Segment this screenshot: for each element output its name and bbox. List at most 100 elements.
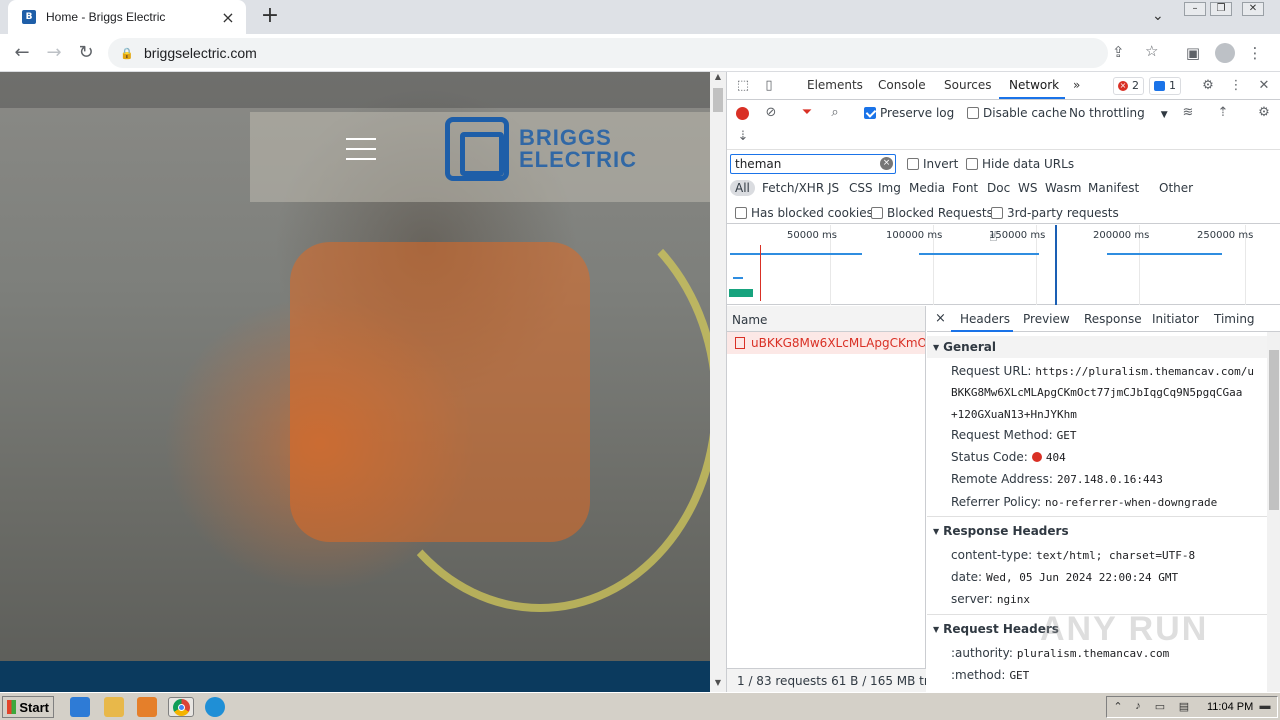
type-filter-all[interactable]: All [730,180,755,196]
type-filter-other[interactable]: Other [1159,181,1193,195]
new-tab-button[interactable]: + [260,5,280,29]
type-filter-media[interactable]: Media [909,181,945,195]
type-filter-ws[interactable]: WS [1018,181,1037,195]
tab-search-chevron-icon[interactable]: ⌄ [1152,8,1164,24]
tab-headers[interactable]: Headers [960,312,1010,326]
close-detail-icon[interactable]: × [935,311,946,326]
third-party-requests-checkbox[interactable]: 3rd-party requests [991,206,1119,220]
type-filter-img[interactable]: Img [878,181,901,195]
type-filter-manifest[interactable]: Manifest [1088,181,1139,195]
message-icon [1154,81,1165,91]
network-toolbar-row2: ⇣ [727,126,1280,150]
tab-response[interactable]: Response [1084,312,1142,326]
network-settings-gear-icon[interactable]: ⚙ [1255,104,1273,122]
network-overview-timeline[interactable]: 50000 ms 100000 ms 150000 ms 200000 ms 2… [727,225,1280,305]
devtools-menu-icon[interactable]: ⋮ [1227,77,1245,95]
hamburger-menu-icon[interactable] [346,138,376,160]
type-filter-font[interactable]: Font [952,181,978,195]
tab-elements[interactable]: Elements [807,78,863,92]
blocked-requests-checkbox[interactable]: Blocked Requests [871,206,993,220]
inspect-element-icon[interactable]: ⬚ [734,77,752,95]
request-row[interactable]: uBKKG8Mw6XLcMLApgCKmO... [727,332,925,354]
device-toolbar-icon[interactable]: ▯ [760,77,778,95]
has-blocked-cookies-checkbox[interactable]: Has blocked cookies [735,206,873,220]
reload-button[interactable]: ↻ [75,42,97,64]
profile-avatar[interactable] [1215,43,1235,63]
detail-scrollbar-thumb[interactable] [1269,350,1279,510]
back-button[interactable]: ← [11,42,33,64]
lock-icon[interactable]: 🔒 [120,47,134,60]
edge-icon[interactable] [205,697,225,717]
disable-cache-checkbox[interactable]: Disable cache [967,106,1067,120]
network-conditions-icon[interactable]: ≋ [1179,104,1197,122]
overview-activity-bar [729,289,753,297]
bookmark-star-icon[interactable]: ☆ [1145,42,1158,60]
tray-arrow-icon[interactable]: ⌃ [1112,700,1124,714]
record-button[interactable] [736,107,749,120]
active-tab-indicator [999,97,1065,99]
share-icon[interactable]: ⇪ [1112,43,1125,61]
scroll-up-icon[interactable]: ▲ [710,72,726,86]
invert-checkbox[interactable]: Invert [907,157,958,171]
close-devtools-icon[interactable]: ✕ [1255,77,1273,95]
type-filter-js[interactable]: JS [828,181,839,195]
network-icon[interactable]: ▭ [1154,700,1166,714]
clear-icon[interactable]: ⊘ [762,104,780,122]
message-count-badge[interactable]: 1 [1149,77,1181,95]
browser-toolbar: ← → ↻ 🔒 briggselectric.com ⇪ ☆ ▣ ⋮ [0,34,1280,72]
filter-input[interactable]: theman [730,154,896,174]
filter-icon[interactable]: ⏷ [798,104,816,122]
volume-icon[interactable]: ♪ [1132,700,1144,714]
type-filter-doc[interactable]: Doc [987,181,1010,195]
type-filter-css[interactable]: CSS [849,181,873,195]
tab-sources[interactable]: Sources [944,78,991,92]
header-overlay [0,72,710,108]
general-section-header[interactable]: ▼ General [927,336,1267,358]
throttling-select[interactable]: No throttling ▼ [1069,106,1168,120]
chrome-menu-icon[interactable]: ⋮ [1245,43,1265,63]
media-player-icon[interactable] [137,697,157,717]
notification-icon[interactable]: ▤ [1178,700,1190,714]
response-headers-section-header[interactable]: ▼ Response Headers [927,520,1267,542]
export-har-icon[interactable]: ⇣ [734,128,752,146]
clear-filter-icon[interactable]: × [880,157,893,170]
settings-gear-icon[interactable]: ⚙ [1199,77,1217,95]
minimize-button[interactable]: – [1184,2,1206,16]
network-toolbar: ⊘ ⏷ ⌕ Preserve log Disable cache No thro… [727,100,1280,126]
system-tray: ⌃ ♪ ▭ ▤ 11:04 PM ▬ [1106,696,1278,718]
taskbar-clock[interactable]: 11:04 PM [1207,701,1253,713]
internet-explorer-icon[interactable] [70,697,90,717]
file-explorer-icon[interactable] [104,697,124,717]
hide-data-urls-checkbox[interactable]: Hide data URLs [966,157,1074,171]
tab-console[interactable]: Console [878,78,926,92]
detail-scrollbar[interactable] [1267,332,1280,692]
address-bar[interactable]: 🔒 briggselectric.com [108,38,1108,68]
type-filter-fetch-xhr[interactable]: Fetch/XHR [762,181,824,195]
tab-timing[interactable]: Timing [1214,312,1255,326]
show-desktop-icon[interactable]: ▬ [1259,700,1271,714]
forward-button[interactable]: → [43,42,65,64]
preserve-log-checkbox[interactable]: Preserve log [864,106,954,120]
tab-network[interactable]: Network [1009,78,1059,92]
page-scrollbar[interactable]: ▲ ▼ [710,72,726,692]
hand-cursor-icon: ☝ [989,229,998,245]
close-window-button[interactable]: ✕ [1242,2,1264,16]
side-panel-icon[interactable]: ▣ [1183,43,1203,63]
scroll-down-icon[interactable]: ▼ [710,678,726,692]
tab-preview[interactable]: Preview [1023,312,1070,326]
more-tabs-icon[interactable]: » [1073,78,1080,92]
tab-initiator[interactable]: Initiator [1152,312,1199,326]
windows-taskbar: Start ⌃ ♪ ▭ ▤ 11:04 PM ▬ [0,692,1280,720]
close-tab-icon[interactable]: × [220,8,236,27]
scrollbar-thumb[interactable] [713,88,723,112]
restore-button[interactable]: ❐ [1210,2,1232,16]
error-count-badge[interactable]: × 2 [1113,77,1144,95]
name-column-header[interactable]: Name [727,306,925,332]
import-har-icon[interactable]: ⇡ [1214,104,1232,122]
search-icon[interactable]: ⌕ [826,104,844,122]
chrome-taskbar-button[interactable] [168,697,194,717]
start-button[interactable]: Start [2,696,54,718]
type-filter-wasm[interactable]: Wasm [1045,181,1081,195]
browser-tab[interactable]: B Home - Briggs Electric × [8,0,246,34]
briggs-electric-logo[interactable]: BRIGGS ELECTRIC [445,117,637,181]
